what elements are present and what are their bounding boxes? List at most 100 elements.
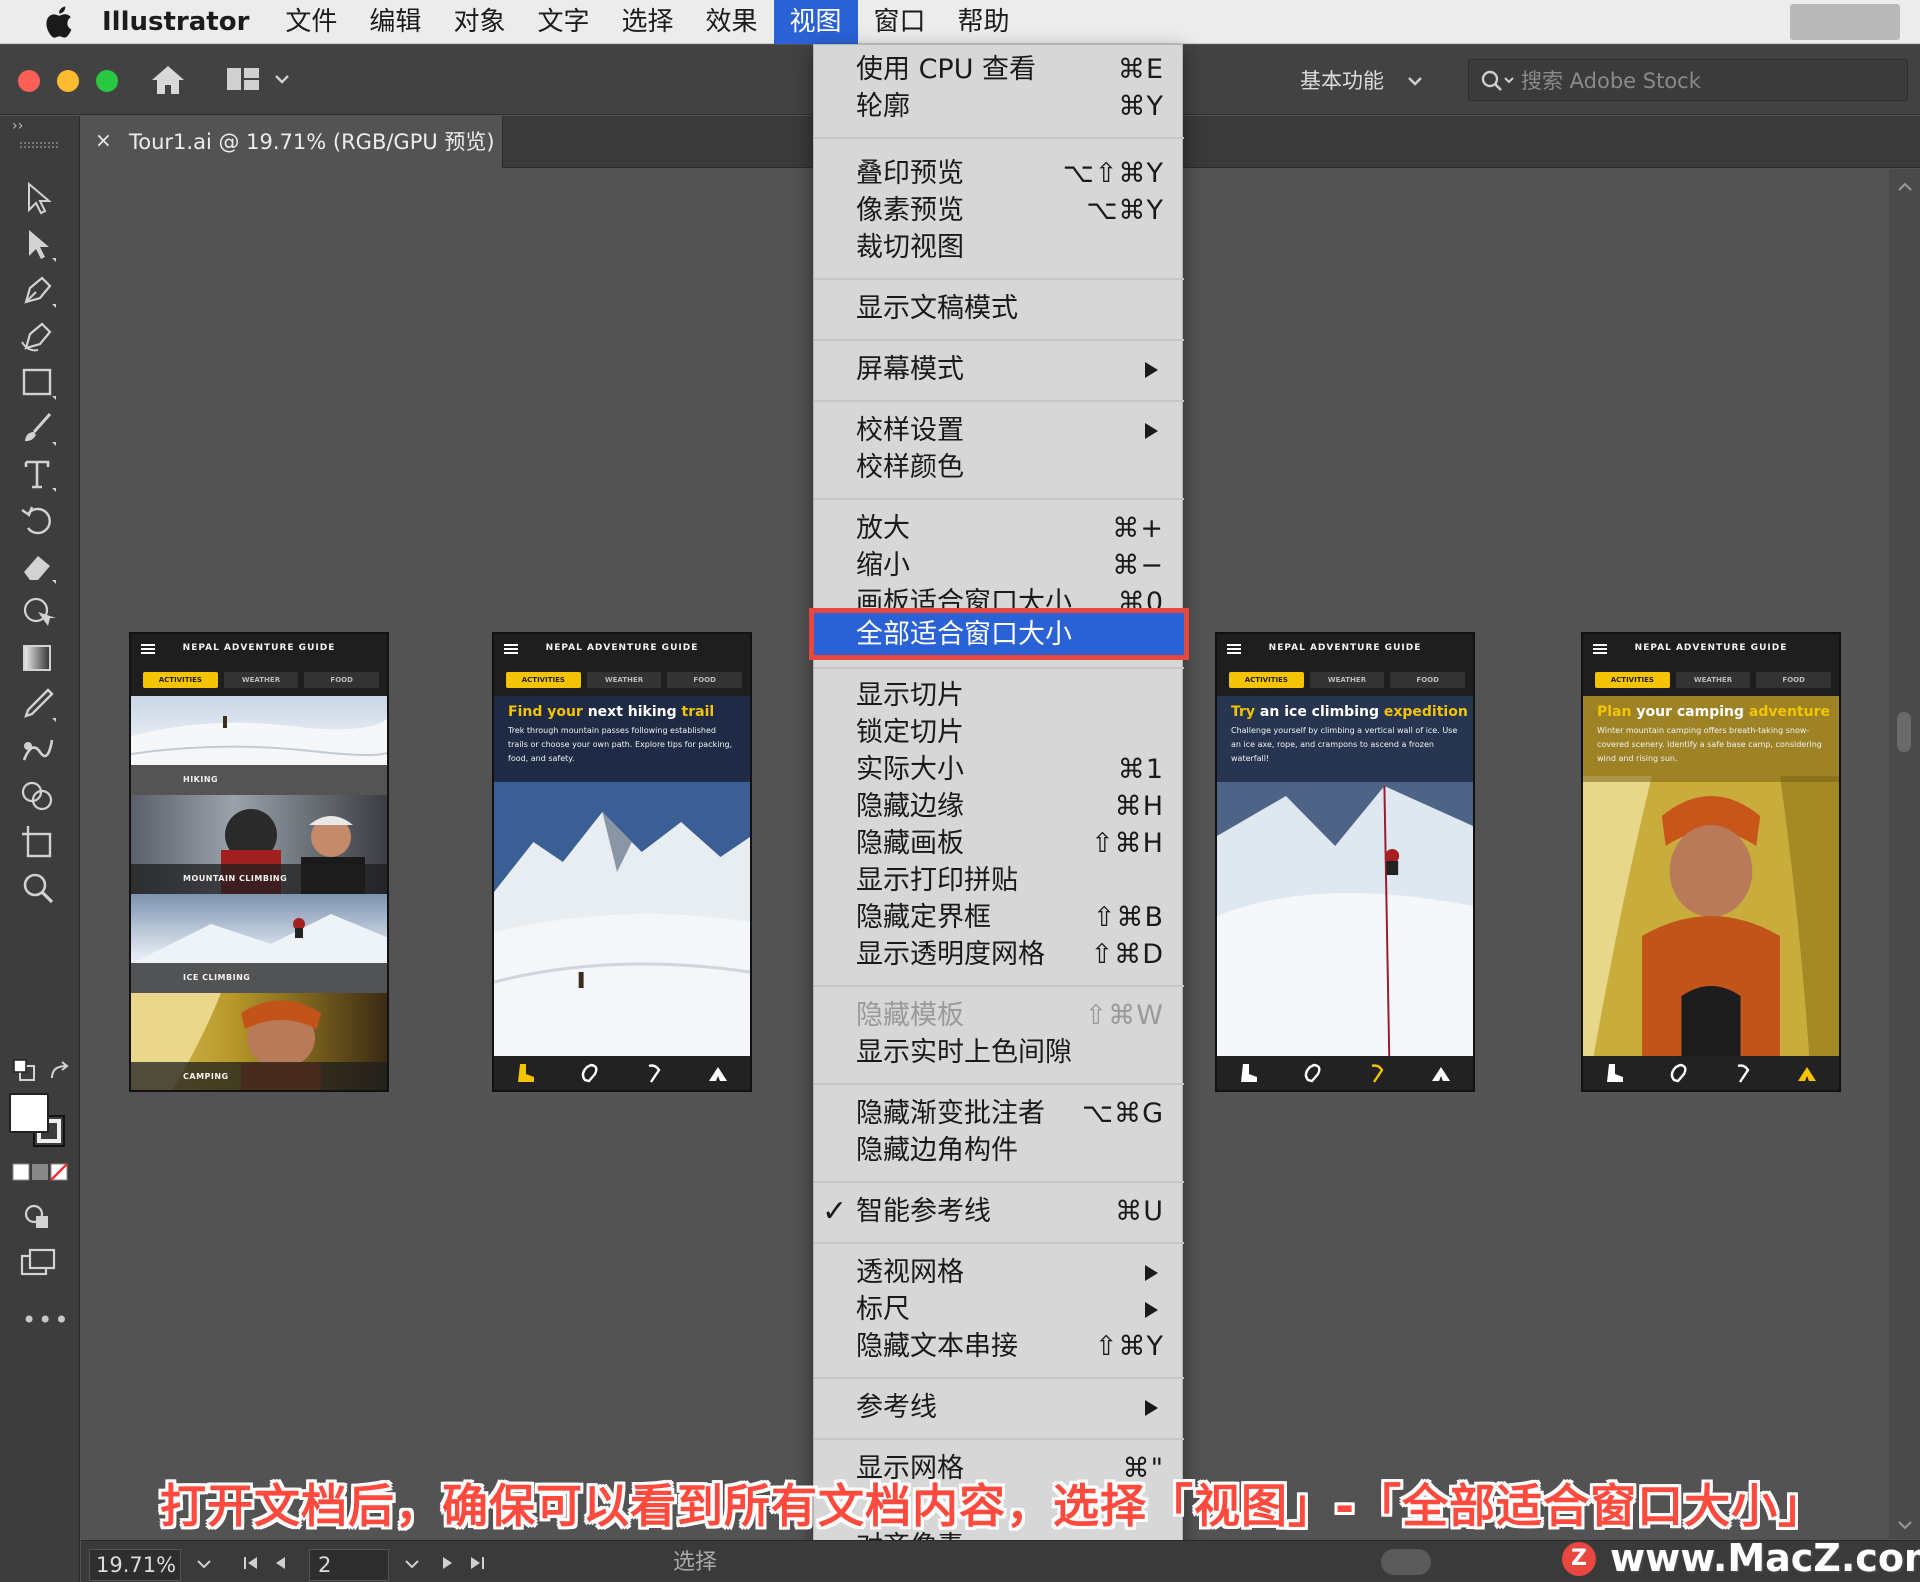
zoom-tool-icon[interactable]	[18, 868, 62, 908]
shape-builder-tool-icon[interactable]	[18, 776, 62, 816]
window-close-button[interactable]	[18, 70, 40, 92]
artboard-ice-climbing[interactable]: NEPAL ADVENTURE GUIDE ACTIVITIES WEATHER…	[1215, 632, 1475, 1092]
next-artboard-icon[interactable]	[437, 1553, 457, 1573]
menu-item-zoom-in[interactable]: 放大 ⌘+	[814, 510, 1184, 547]
submenu-arrow-icon	[1145, 1265, 1158, 1281]
menu-item-cpu-preview[interactable]: 使用 CPU 查看 ⌘E	[814, 51, 1184, 88]
menu-item-proof-setup[interactable]: 校样设置	[814, 412, 1184, 449]
panel-grip[interactable]	[20, 142, 58, 148]
adobe-stock-search-input[interactable]: 搜索 Adobe Stock	[1468, 59, 1908, 101]
tab-activities: ACTIVITIES	[506, 672, 581, 688]
more-tools-icon[interactable]: •••	[22, 1306, 70, 1334]
collapse-panel-icon[interactable]: ››	[12, 118, 23, 134]
menu-view[interactable]: 视图	[773, 0, 858, 44]
eyedropper-tool-icon[interactable]	[18, 684, 62, 724]
swap-colors-icon[interactable]	[48, 1060, 74, 1086]
blend-tool-icon[interactable]	[18, 730, 62, 770]
workspace-switcher[interactable]: 基本功能	[1300, 63, 1384, 99]
menu-object[interactable]: 对象	[437, 0, 521, 44]
screen-mode-icon[interactable]	[18, 1242, 62, 1282]
curvature-tool-icon[interactable]	[18, 316, 62, 356]
menu-item-fit-artboard[interactable]: 画板适合窗口大小 ⌘0	[814, 584, 1184, 610]
menu-item-smart-guides[interactable]: ✓ 智能参考线 ⌘U	[814, 1193, 1184, 1230]
zoom-level-field[interactable]: 19.71%	[89, 1549, 181, 1581]
chevron-down-icon[interactable]	[1897, 1517, 1913, 1533]
default-colors-icon[interactable]	[12, 1058, 38, 1084]
menu-item-hide-bounding-box[interactable]: 隐藏定界框 ⇧⌘B	[814, 899, 1184, 936]
artboard-activities[interactable]: NEPAL ADVENTURE GUIDE ACTIVITIES WEATHER…	[129, 632, 389, 1092]
first-artboard-icon[interactable]	[241, 1553, 261, 1573]
rectangle-tool-icon[interactable]	[18, 362, 62, 402]
menu-item-overprint-preview[interactable]: 叠印预览 ⌥⇧⌘Y	[814, 155, 1184, 192]
menu-window[interactable]: 窗口	[858, 0, 942, 44]
menu-item-show-slices[interactable]: 显示切片	[814, 677, 1184, 714]
menu-item-rulers[interactable]: 标尺	[814, 1291, 1184, 1328]
menu-item-show-transparency-grid[interactable]: 显示透明度网格 ⇧⌘D	[814, 936, 1184, 973]
menu-item-outline[interactable]: 轮廓 ⌘Y	[814, 88, 1184, 125]
menu-item-zoom-out[interactable]: 缩小 ⌘−	[814, 547, 1184, 584]
chevron-up-icon[interactable]	[1897, 179, 1913, 195]
horizontal-scrollbar-thumb[interactable]	[1381, 1549, 1431, 1575]
type-tool-icon[interactable]	[18, 454, 62, 494]
menu-edit[interactable]: 编辑	[353, 0, 437, 44]
menu-effect[interactable]: 效果	[689, 0, 773, 44]
menu-help[interactable]: 帮助	[942, 0, 1026, 44]
menu-item-proof-colors[interactable]: 校样颜色	[814, 449, 1184, 486]
menu-item-show-live-paint-gaps[interactable]: 显示实时上色间隙	[814, 1034, 1184, 1071]
menu-select[interactable]: 选择	[605, 0, 689, 44]
menu-item-perspective-grid[interactable]: 透视网格	[814, 1254, 1184, 1291]
home-icon[interactable]	[150, 63, 186, 97]
menu-item-pixel-preview[interactable]: 像素预览 ⌥⌘Y	[814, 192, 1184, 229]
menu-item-presentation-mode[interactable]: 显示文稿模式	[814, 290, 1184, 327]
pen-tool-icon[interactable]	[18, 270, 62, 310]
menu-item-hide-artboards[interactable]: 隐藏画板 ⇧⌘H	[814, 825, 1184, 862]
window-zoom-button[interactable]	[96, 70, 118, 92]
eraser-tool-icon[interactable]	[18, 546, 62, 586]
canvas-vertical-scrollbar[interactable]	[1889, 169, 1920, 1539]
menu-item-actual-size[interactable]: 实际大小 ⌘1	[814, 751, 1184, 788]
menu-app-name[interactable]: Illustrator	[102, 7, 249, 37]
chevron-down-icon[interactable]	[195, 1555, 213, 1573]
menu-item-guides[interactable]: 参考线	[814, 1389, 1184, 1426]
arrange-documents-icon[interactable]	[225, 65, 261, 93]
artboard-tool-icon[interactable]	[18, 822, 62, 862]
menu-file[interactable]: 文件	[269, 0, 353, 44]
window-minimize-button[interactable]	[57, 70, 79, 92]
chevron-down-icon[interactable]	[403, 1555, 421, 1573]
close-tab-icon[interactable]: ×	[95, 128, 112, 152]
menu-item-hide-edges[interactable]: 隐藏边缘 ⌘H	[814, 788, 1184, 825]
artboard-hiking[interactable]: NEPAL ADVENTURE GUIDE ACTIVITIES WEATHER…	[492, 632, 752, 1092]
menu-item-hide-corner-widget[interactable]: 隐藏边角构件	[814, 1132, 1184, 1169]
menu-type[interactable]: 文字	[521, 0, 605, 44]
menu-item-screen-mode[interactable]: 屏幕模式	[814, 351, 1184, 388]
menu-item-show-print-tiling[interactable]: 显示打印拼贴	[814, 862, 1184, 899]
chevron-down-icon[interactable]	[272, 69, 292, 89]
document-tab[interactable]: × Tour1.ai @ 19.71% (RGB/GPU 预览)	[81, 116, 503, 168]
chevron-down-icon[interactable]	[1405, 71, 1425, 91]
menu-separator	[814, 1181, 1184, 1183]
scrollbar-thumb[interactable]	[1897, 712, 1911, 752]
selection-tool-icon[interactable]	[18, 178, 62, 218]
menu-item-trim-view[interactable]: 裁切视图	[814, 229, 1184, 266]
boot-icon	[1241, 1064, 1257, 1082]
menu-item-lock-slices[interactable]: 锁定切片	[814, 714, 1184, 751]
list-label-ice-climbing: ICE CLIMBING	[131, 963, 387, 993]
menu-item-hide-gradient-annotator[interactable]: 隐藏渐变批注者 ⌥⌘G	[814, 1095, 1184, 1132]
direct-selection-tool-icon[interactable]	[18, 224, 62, 264]
color-mode-icons[interactable]	[12, 1162, 68, 1182]
artboard-header: NEPAL ADVENTURE GUIDE	[1217, 634, 1473, 664]
puppet-warp-tool-icon[interactable]	[18, 592, 62, 632]
gradient-tool-icon[interactable]	[18, 638, 62, 678]
paintbrush-tool-icon[interactable]	[18, 408, 62, 448]
apple-logo-icon[interactable]	[36, 0, 80, 44]
tools-panel: ›› •••	[0, 116, 80, 1582]
artboard-number-field[interactable]: 2	[309, 1549, 389, 1581]
previous-artboard-icon[interactable]	[271, 1553, 291, 1573]
fill-stroke-swatch[interactable]	[8, 1092, 68, 1152]
artboard-camping[interactable]: NEPAL ADVENTURE GUIDE ACTIVITIES WEATHER…	[1581, 632, 1841, 1092]
last-artboard-icon[interactable]	[467, 1553, 487, 1573]
current-tool-label[interactable]: 选择	[673, 1547, 717, 1579]
rotate-tool-icon[interactable]	[18, 500, 62, 540]
draw-mode-icon[interactable]	[18, 1196, 62, 1236]
menu-item-hide-text-threads[interactable]: 隐藏文本串接 ⇧⌘Y	[814, 1328, 1184, 1365]
